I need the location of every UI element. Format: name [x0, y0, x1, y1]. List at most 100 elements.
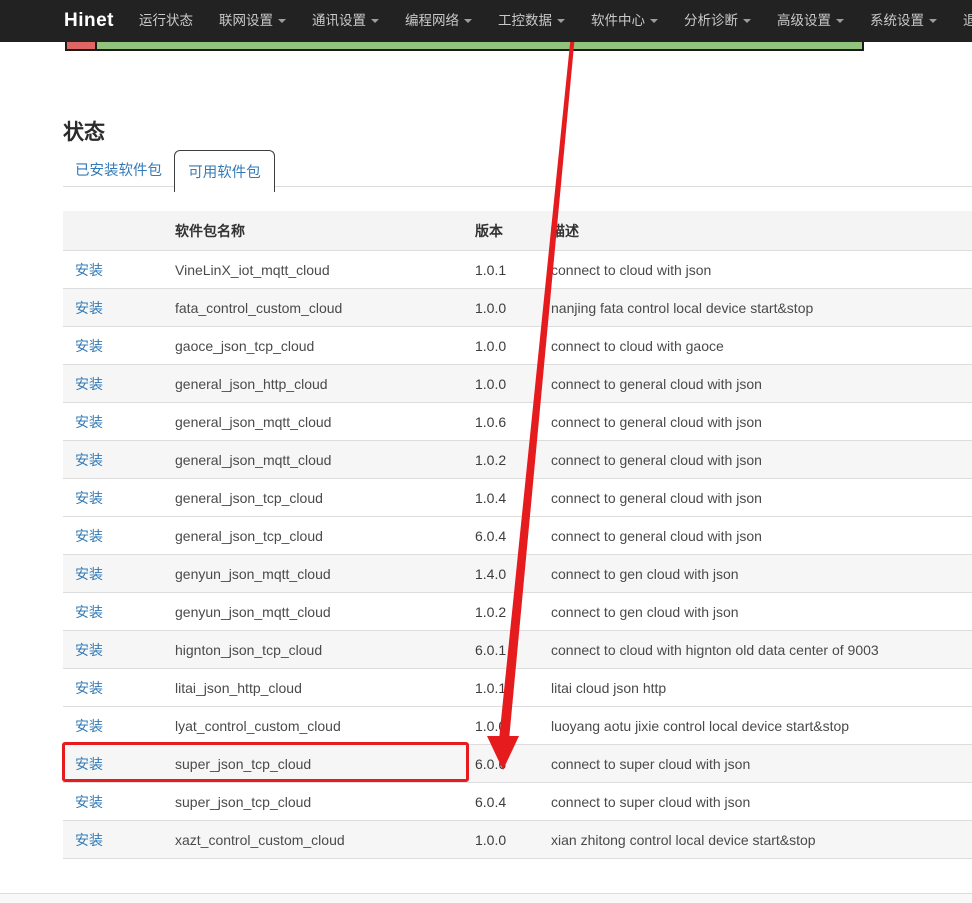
install-link[interactable]: 安装 — [75, 832, 103, 848]
brand-logo[interactable]: Hinet — [64, 0, 114, 42]
cell-version: 1.0.0 — [475, 300, 551, 316]
install-link[interactable]: 安装 — [75, 680, 103, 696]
nav-item-运行状态[interactable]: 运行状态 — [126, 0, 206, 42]
cell-action: 安装 — [63, 716, 175, 736]
cell-action: 安装 — [63, 488, 175, 508]
install-link[interactable]: 安装 — [75, 338, 103, 354]
nav-item-通讯设置[interactable]: 通讯设置 — [299, 0, 392, 42]
nav-item-分析诊断[interactable]: 分析诊断 — [671, 0, 764, 42]
caret-down-icon — [929, 19, 937, 23]
table-header-row: 软件包名称 版本 描述 — [63, 211, 972, 251]
install-link[interactable]: 安装 — [75, 642, 103, 658]
cell-package-name: general_json_tcp_cloud — [175, 490, 475, 506]
cell-description: connect to cloud with json — [551, 262, 972, 278]
table-row: 安装genyun_json_mqtt_cloud1.4.0connect to … — [63, 555, 972, 593]
cell-package-name: super_json_tcp_cloud — [175, 794, 475, 810]
nav-item-label: 高级设置 — [777, 0, 831, 42]
cell-description: xian zhitong control local device start&… — [551, 832, 972, 848]
nav-item-软件中心[interactable]: 软件中心 — [578, 0, 671, 42]
tab-available-packages[interactable]: 可用软件包 — [174, 150, 275, 192]
nav-item-工控数据[interactable]: 工控数据 — [485, 0, 578, 42]
table-row: 安装lyat_control_custom_cloud1.0.0luoyang … — [63, 707, 972, 745]
nav-item-退出[interactable]: 退出 — [950, 0, 972, 42]
table-row: 安装 fata_control_custom_cloud1.0.0nanjing … — [63, 289, 972, 327]
cell-action: 安装 — [63, 526, 175, 546]
cell-description: connect to gen cloud with json — [551, 604, 972, 620]
table-row: 安装super_json_tcp_cloud6.0.4connect to su… — [63, 783, 972, 821]
header-name: 软件包名称 — [175, 221, 475, 241]
cell-action: 安装 — [63, 564, 175, 584]
nav-item-联网设置[interactable]: 联网设置 — [206, 0, 299, 42]
install-link[interactable]: 安装 — [75, 414, 103, 430]
cell-action: 安装 — [63, 336, 175, 356]
cell-package-name: hignton_json_tcp_cloud — [175, 642, 475, 658]
cell-version: 6.0.4 — [475, 794, 551, 810]
page-title: 状态 — [63, 116, 105, 146]
caret-down-icon — [650, 19, 658, 23]
cell-action: 安装 — [63, 792, 175, 812]
cell-version: 1.0.2 — [475, 604, 551, 620]
cell-version: 1.0.1 — [475, 680, 551, 696]
cell-action: 安装 — [63, 450, 175, 470]
cell-version: 1.0.0 — [475, 832, 551, 848]
cell-package-name: gaoce_json_tcp_cloud — [175, 338, 475, 354]
cell-version: 1.0.0 — [475, 376, 551, 392]
nav-items: 运行状态联网设置通讯设置编程网络工控数据软件中心分析诊断高级设置系统设置退出 — [126, 0, 972, 42]
nav-item-系统设置[interactable]: 系统设置 — [857, 0, 950, 42]
install-link[interactable]: 安装 — [75, 718, 103, 734]
nav-item-label: 软件中心 — [591, 0, 645, 42]
caret-down-icon — [836, 19, 844, 23]
cell-package-name: general_json_http_cloud — [175, 376, 475, 392]
install-link[interactable]: 安装 — [75, 566, 103, 582]
table-row: 安装 VineLinX_iot_mqtt_cloud1.0.1connect to… — [63, 251, 972, 289]
nav-item-label: 退出 — [963, 0, 972, 42]
nav-item-高级设置[interactable]: 高级设置 — [764, 0, 857, 42]
cell-version: 1.0.2 — [475, 452, 551, 468]
install-link[interactable]: 安装 — [75, 756, 103, 772]
install-link[interactable]: 安装 — [75, 262, 103, 278]
cell-action: 安装 — [63, 374, 175, 394]
cell-version: 1.4.0 — [475, 566, 551, 582]
install-link[interactable]: 安装 — [75, 794, 103, 810]
table-row: 安装hignton_json_tcp_cloud6.0.1connect to … — [63, 631, 972, 669]
cell-description: connect to cloud with hignton old data c… — [551, 642, 972, 658]
cell-description: luoyang aotu jixie control local device … — [551, 718, 972, 734]
cell-package-name: VineLinX_iot_mqtt_cloud — [175, 262, 475, 278]
cell-package-name: fata_control_custom_cloud — [175, 300, 475, 316]
caret-down-icon — [464, 19, 472, 23]
cell-package-name: lyat_control_custom_cloud — [175, 718, 475, 734]
nav-item-label: 工控数据 — [498, 0, 552, 42]
caret-down-icon — [371, 19, 379, 23]
cell-description: connect to general cloud with json — [551, 452, 972, 468]
cell-description: connect to general cloud with json — [551, 490, 972, 506]
header-version: 版本 — [475, 221, 551, 241]
nav-item-label: 系统设置 — [870, 0, 924, 42]
cell-description: connect to general cloud with json — [551, 528, 972, 544]
nav-item-label: 分析诊断 — [684, 0, 738, 42]
cell-action: 安装 — [63, 640, 175, 660]
install-link[interactable]: 安装 — [75, 490, 103, 506]
table-body: 安装VineLinX_iot_mqtt_cloud1.0.1connect to… — [63, 251, 972, 859]
install-link[interactable]: 安装 — [75, 528, 103, 544]
table-row: 安装litai_json_http_cloud1.0.1litai cloud … — [63, 669, 972, 707]
nav-item-编程网络[interactable]: 编程网络 — [392, 0, 485, 42]
nav-item-label: 运行状态 — [139, 0, 193, 42]
bottom-divider — [0, 893, 972, 903]
cell-description: connect to gen cloud with json — [551, 566, 972, 582]
install-link[interactable]: 安装 — [75, 452, 103, 468]
cell-description: litai cloud json http — [551, 680, 972, 696]
table-row: 安装gaoce_json_tcp_cloud1.0.0connect to cl… — [63, 327, 972, 365]
cell-description: nanjing fata control local device start&… — [551, 300, 972, 316]
nav-item-label: 联网设置 — [219, 0, 273, 42]
install-link[interactable]: 安装 — [75, 604, 103, 620]
caret-down-icon — [557, 19, 565, 23]
table-row: 安装general_json_mqtt_cloud1.0.6connect to… — [63, 403, 972, 441]
cell-package-name: super_json_tcp_cloud — [175, 756, 475, 772]
cell-version: 1.0.1 — [475, 262, 551, 278]
install-link[interactable]: 安装 — [75, 376, 103, 392]
install-link[interactable]: 安装 — [75, 300, 103, 316]
cell-version: 1.0.6 — [475, 414, 551, 430]
tab-installed-packages[interactable]: 已安装软件包 — [75, 159, 162, 180]
caret-down-icon — [278, 19, 286, 23]
package-table: 软件包名称 版本 描述 安装VineLinX_iot_mqtt_cloud1.0… — [63, 211, 972, 859]
